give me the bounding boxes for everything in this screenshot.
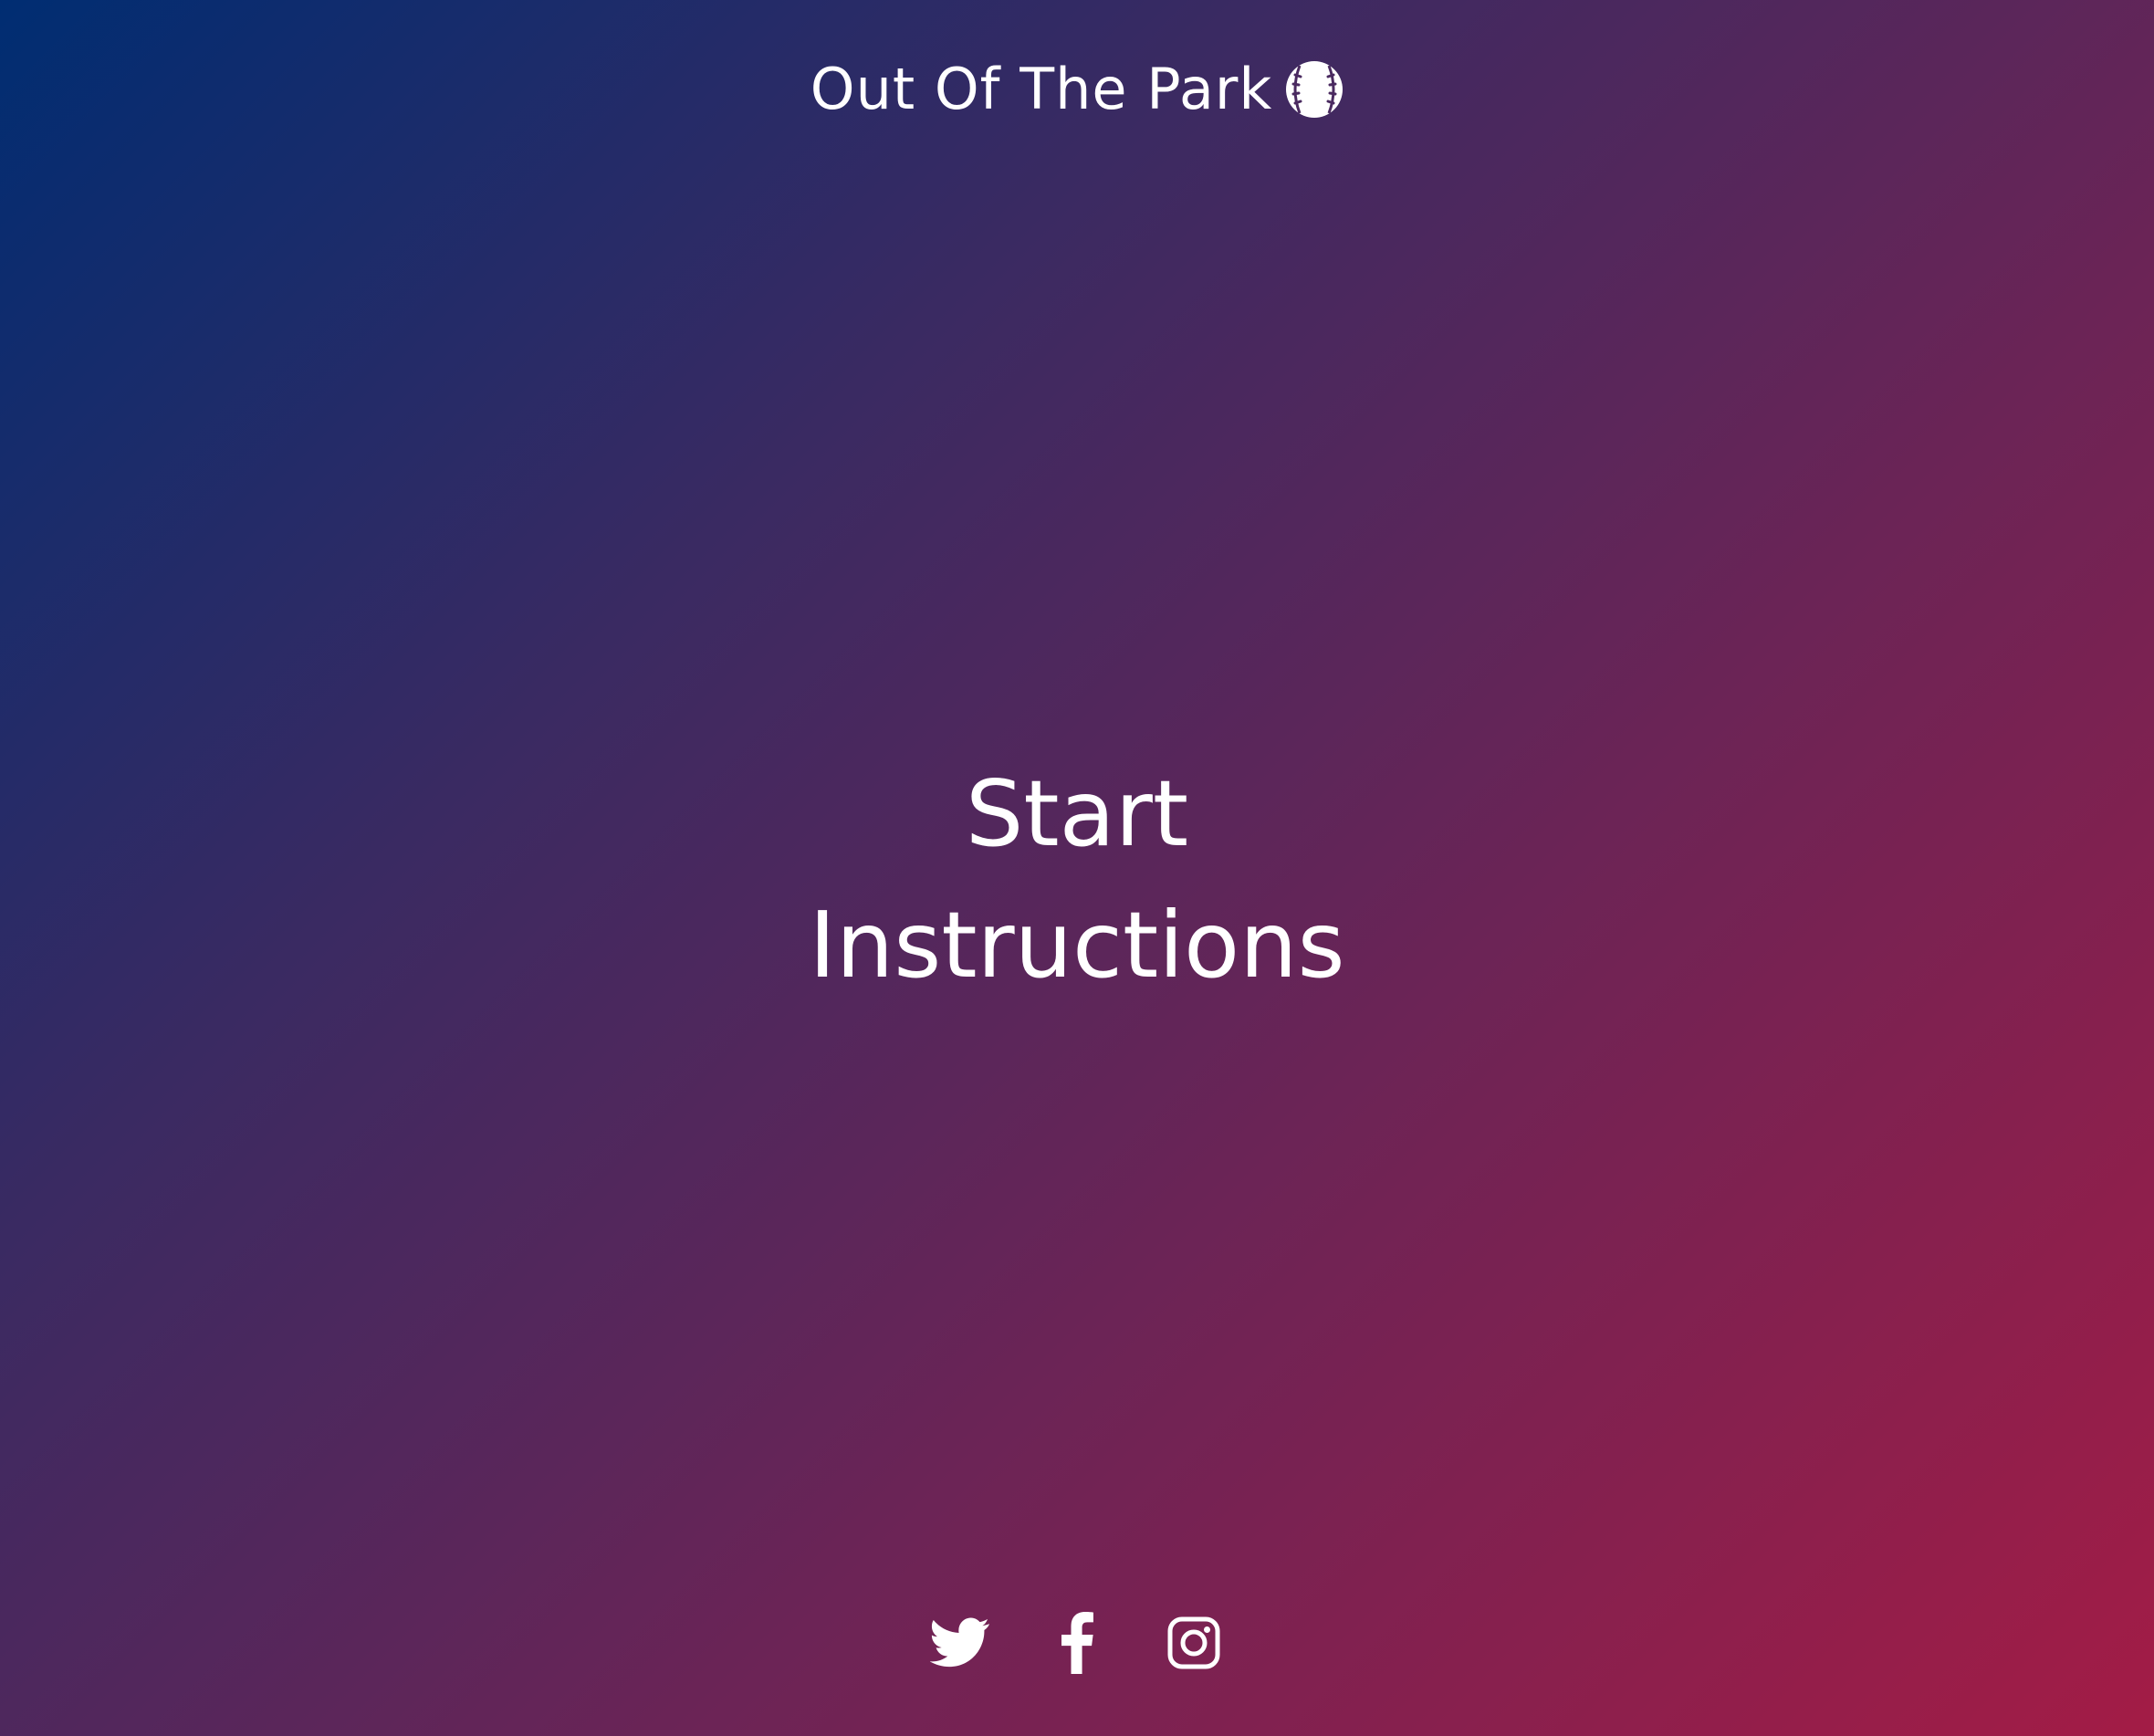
main-menu: Start Instructions <box>0 748 2154 1011</box>
twitter-icon[interactable] <box>930 1612 990 1674</box>
facebook-icon[interactable] <box>1047 1612 1107 1674</box>
instructions-button[interactable]: Instructions <box>809 880 1344 1011</box>
social-links <box>0 1612 2154 1674</box>
start-button[interactable]: Start <box>966 748 1188 880</box>
site-header: Out Of The Park <box>0 53 2154 126</box>
baseball-icon <box>1285 60 1344 119</box>
site-title: Out Of The Park <box>810 56 1273 122</box>
instagram-icon[interactable] <box>1164 1612 1224 1674</box>
